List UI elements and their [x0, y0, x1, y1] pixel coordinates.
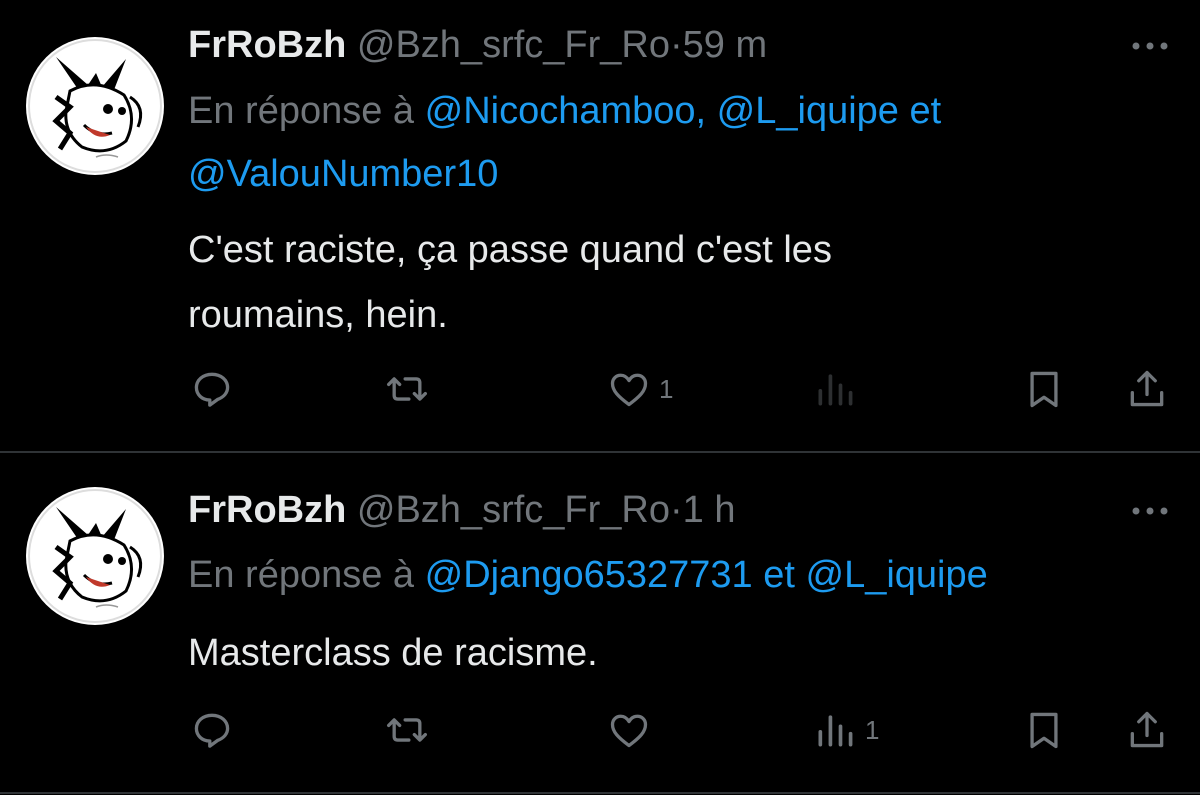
retweet-button[interactable]: [385, 364, 429, 414]
reply-button[interactable]: [190, 364, 234, 414]
reply-mentions-continued[interactable]: @ValouNumber10: [188, 153, 498, 195]
share-icon: [1130, 370, 1164, 407]
views-count: 1: [865, 714, 880, 745]
views-button[interactable]: 1: [813, 705, 879, 755]
bookmark-button[interactable]: [1022, 364, 1066, 414]
share-button[interactable]: [1125, 705, 1169, 755]
bookmark-button[interactable]: [1022, 705, 1066, 755]
user-handle[interactable]: @Bzh_srfc_Fr_Ro: [357, 489, 670, 531]
tweet-header: FrRoBzh @Bzh_srfc_Fr_Ro·59 m: [188, 23, 767, 67]
bookmark-icon: [1030, 712, 1058, 749]
separator-dot: ·: [670, 24, 683, 66]
retweet-icon: [387, 718, 427, 742]
avatar-image: [28, 489, 162, 623]
reply-button[interactable]: [190, 705, 234, 755]
reply-context: En réponse à @Nicochamboo, @L_iquipe et …: [188, 80, 1148, 206]
reply-prefix: En réponse à: [188, 90, 415, 132]
views-button[interactable]: [813, 364, 857, 414]
like-icon: [610, 373, 648, 407]
reply-prefix: En réponse à: [188, 554, 415, 596]
tweet-text: Masterclass de racisme.: [188, 621, 1148, 686]
reply-icon: [194, 372, 230, 407]
tweet-text-line: Masterclass de racisme.: [188, 632, 598, 674]
display-name[interactable]: FrRoBzh: [188, 489, 346, 531]
timestamp[interactable]: 1 h: [683, 489, 736, 531]
tweet-text-line: C'est raciste, ça passe quand c'est les: [188, 229, 832, 271]
tweet-divider: [0, 792, 1200, 794]
like-icon: [610, 714, 648, 748]
more-icon[interactable]: [1130, 501, 1170, 521]
avatar-image: [28, 39, 162, 173]
display-name[interactable]: FrRoBzh: [188, 24, 346, 66]
views-icon: [818, 374, 853, 406]
user-handle[interactable]: @Bzh_srfc_Fr_Ro: [357, 24, 670, 66]
reply-icon: [194, 713, 230, 748]
tweet-header: FrRoBzh @Bzh_srfc_Fr_Ro·1 h: [188, 488, 735, 532]
reply-context: En réponse à @Django65327731 et @L_iquip…: [188, 544, 1148, 607]
avatar[interactable]: [26, 487, 164, 625]
share-icon: [1130, 711, 1164, 748]
tweet-text-line: roumains, hein.: [188, 294, 448, 336]
like-count: 1: [659, 373, 674, 404]
views-icon: [818, 715, 853, 747]
action-bar: 1: [185, 705, 1175, 755]
separator-dot: ·: [670, 489, 683, 531]
reply-mentions[interactable]: @Django65327731 et @L_iquipe: [425, 554, 988, 596]
avatar[interactable]: [26, 37, 164, 175]
like-button[interactable]: 1: [607, 364, 673, 414]
like-button[interactable]: [607, 705, 659, 755]
share-button[interactable]: [1125, 364, 1169, 414]
retweet-button[interactable]: [385, 705, 429, 755]
action-bar: 1: [185, 364, 1175, 414]
tweet[interactable]: FrRoBzh @Bzh_srfc_Fr_Ro·1 h En réponse à…: [0, 453, 1200, 793]
tweet[interactable]: FrRoBzh @Bzh_srfc_Fr_Ro·59 m En réponse …: [0, 0, 1200, 452]
timestamp[interactable]: 59 m: [683, 24, 767, 66]
tweet-text: C'est raciste, ça passe quand c'est les …: [188, 218, 1148, 348]
more-icon[interactable]: [1130, 36, 1170, 56]
reply-mentions[interactable]: @Nicochamboo, @L_iquipe et: [425, 90, 942, 132]
bookmark-icon: [1030, 371, 1058, 408]
retweet-icon: [387, 377, 427, 401]
